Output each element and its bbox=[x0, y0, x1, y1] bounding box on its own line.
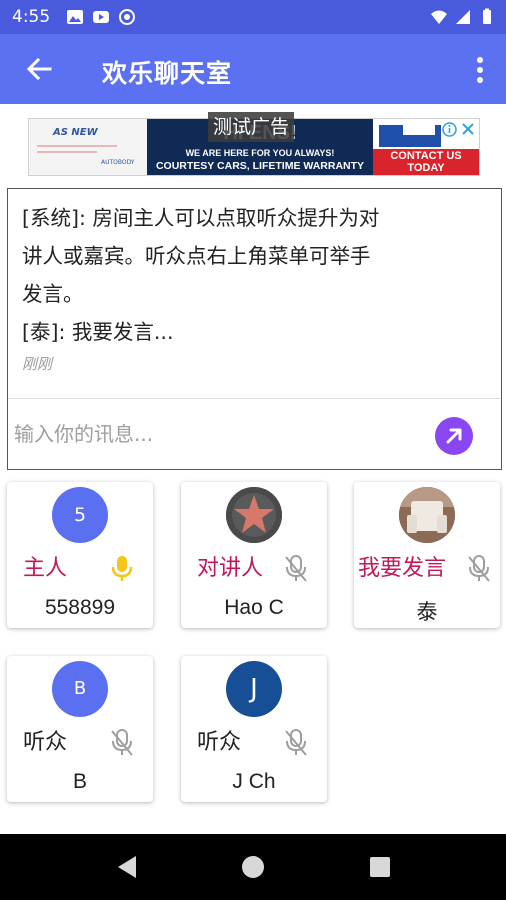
ad-cta-line2: TODAY bbox=[407, 162, 445, 174]
mic-off-icon[interactable] bbox=[466, 554, 492, 584]
send-button[interactable] bbox=[435, 417, 473, 455]
member-name: 泰 bbox=[416, 601, 438, 624]
page-title: 欢乐聊天室 bbox=[102, 59, 233, 88]
battery-icon bbox=[483, 8, 491, 24]
chat-panel: [系统]: 房间主人可以点取听众提升为对 讲人或嘉宾。听众点右上角菜单可举手 发… bbox=[7, 188, 502, 470]
chat-message: [系统]: 房间主人可以点取听众提升为对 bbox=[22, 206, 380, 230]
system-nav-bar bbox=[0, 834, 506, 900]
member-card-host[interactable]: 5 主人 558899 bbox=[7, 482, 153, 628]
app-bar: 欢乐聊天室 bbox=[0, 34, 506, 104]
test-ad-label: 测试广告 bbox=[208, 112, 295, 142]
close-icon[interactable] bbox=[461, 122, 475, 136]
member-card-listener[interactable]: B 听众 B bbox=[7, 656, 153, 802]
member-role: 听众 bbox=[23, 730, 68, 755]
chat-message: [泰]: 我要发言... bbox=[22, 320, 174, 344]
avatar: J bbox=[226, 661, 282, 717]
mic-off-icon[interactable] bbox=[283, 554, 309, 584]
chair-photo-icon bbox=[399, 487, 455, 543]
message-input[interactable] bbox=[14, 414, 424, 454]
ad-decor-line bbox=[37, 145, 117, 147]
member-card-request[interactable]: 我要发言 泰 bbox=[354, 482, 500, 628]
chat-message: 发言。 bbox=[22, 282, 84, 306]
member-role: 我要发言 bbox=[358, 556, 447, 581]
avatar bbox=[399, 487, 455, 543]
member-role: 主人 bbox=[23, 556, 68, 581]
divider bbox=[8, 398, 500, 399]
ad-decor-line bbox=[37, 151, 97, 153]
member-name: Hao C bbox=[224, 596, 284, 619]
more-vert-icon[interactable] bbox=[476, 56, 484, 84]
vpn-icon bbox=[119, 9, 135, 25]
ad-right-panel: CONTACT US TODAY bbox=[373, 119, 479, 175]
nav-home-icon[interactable] bbox=[242, 856, 264, 878]
youtube-icon bbox=[93, 11, 109, 23]
arrow-back-icon[interactable] bbox=[24, 54, 54, 84]
mic-off-icon[interactable] bbox=[109, 728, 135, 758]
ad-logo-accent bbox=[403, 125, 435, 135]
member-name: B bbox=[72, 770, 87, 793]
mic-on-icon[interactable] bbox=[109, 554, 135, 584]
ad-cta-line1: CONTACT US bbox=[390, 150, 462, 162]
member-card-speaker[interactable]: 对讲人 Hao C bbox=[181, 482, 327, 628]
status-time: 4:55 bbox=[12, 7, 51, 27]
member-name: J Ch bbox=[232, 770, 276, 793]
mic-off-icon[interactable] bbox=[283, 728, 309, 758]
message-timestamp: 刚刚 bbox=[22, 355, 53, 373]
nav-back-icon[interactable] bbox=[116, 854, 138, 880]
ad-left-panel: AS NEW AUTOBODY bbox=[29, 119, 147, 175]
avatar: B bbox=[52, 661, 108, 717]
info-icon[interactable] bbox=[442, 122, 457, 137]
chat-message-list: [系统]: 房间主人可以点取听众提升为对 讲人或嘉宾。听众点右上角菜单可举手 发… bbox=[22, 199, 488, 374]
member-role: 听众 bbox=[197, 730, 242, 755]
member-role: 对讲人 bbox=[197, 556, 264, 581]
status-bar: 4:55 bbox=[0, 0, 506, 34]
star-photo-icon bbox=[226, 487, 282, 543]
chat-message: 讲人或嘉宾。听众点右上角菜单可举手 bbox=[22, 244, 371, 268]
nav-recents-icon[interactable] bbox=[370, 857, 390, 877]
avatar: 5 bbox=[52, 487, 108, 543]
ad-subline-2: COURTESY CARS, LIFETIME WARRANTY bbox=[155, 160, 365, 172]
member-card-listener[interactable]: J 听众 J Ch bbox=[181, 656, 327, 802]
avatar bbox=[226, 487, 282, 543]
send-arrow-icon bbox=[446, 428, 462, 444]
image-icon bbox=[67, 10, 83, 24]
signal-icon bbox=[456, 10, 470, 24]
member-name: 558899 bbox=[44, 596, 116, 619]
wifi-icon bbox=[431, 10, 447, 24]
ad-cta-button[interactable]: CONTACT US TODAY bbox=[373, 149, 479, 175]
status-icons-right bbox=[430, 8, 496, 26]
ad-brand-small: AUTOBODY bbox=[101, 159, 135, 166]
ad-subline-1: WE ARE HERE FOR YOU ALWAYS! bbox=[185, 148, 335, 158]
status-icons-left bbox=[66, 8, 136, 26]
ad-brand: AS NEW bbox=[53, 127, 98, 138]
